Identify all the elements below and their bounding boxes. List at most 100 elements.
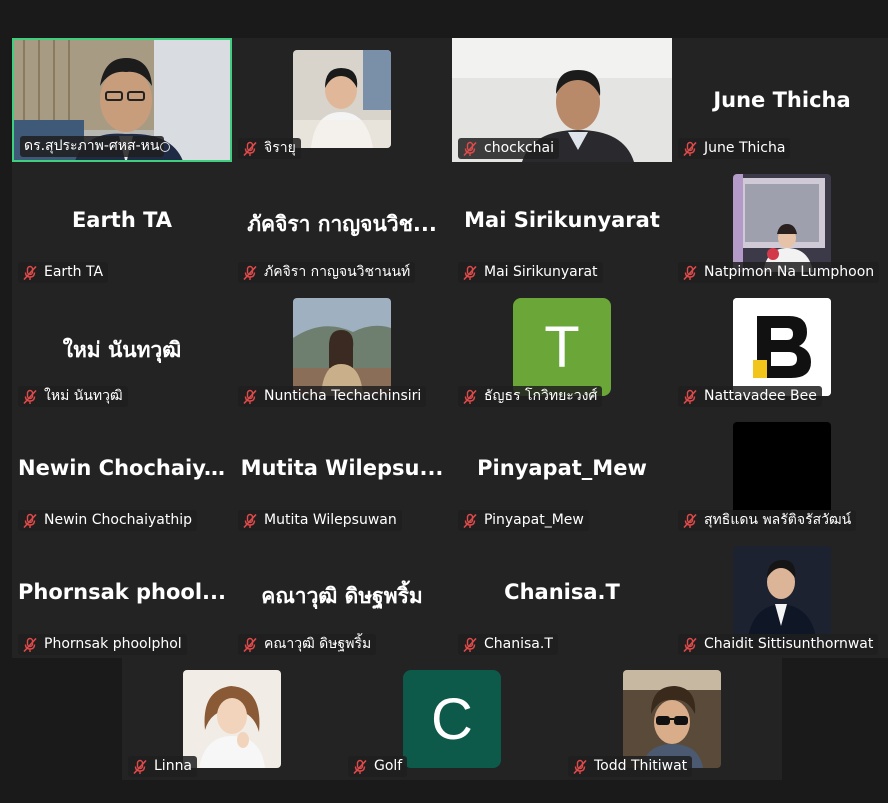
mic-muted-icon xyxy=(462,265,478,281)
mic-muted-icon xyxy=(132,759,148,775)
participant-tile[interactable]: June Thicha June Thicha xyxy=(672,38,888,162)
participant-name-label: Nunticha Techachinsiri xyxy=(238,386,427,407)
participant-tile[interactable]: chockchai xyxy=(452,38,672,162)
participant-display-name: Mai Sirikunyarat xyxy=(464,208,660,232)
mic-muted-icon xyxy=(242,637,258,653)
participant-tile[interactable]: จิรายุ xyxy=(232,38,452,162)
participant-avatar xyxy=(733,298,831,396)
participant-grid-last-row: Linna C Golf Todd Thitiwat xyxy=(122,658,782,780)
participant-avatar xyxy=(293,298,391,396)
mic-muted-icon xyxy=(572,759,588,775)
participant-name-label: Newin Chochaiyathip xyxy=(18,510,198,531)
participant-avatar xyxy=(733,546,831,644)
participant-name-label: June Thicha xyxy=(678,138,791,159)
participant-tile[interactable]: Natpimon Na Lumphoon xyxy=(672,162,888,286)
participant-tile[interactable]: Mutita Wilepsu... Mutita Wilepsuwan xyxy=(232,410,452,534)
participant-name: ดร.สุประภาพ-ศหส-หน xyxy=(24,138,160,154)
participant-tile[interactable]: Earth TA Earth TA xyxy=(12,162,232,286)
participant-display-name: ใหม่ นันทวุฒิ xyxy=(62,338,182,362)
participant-avatar xyxy=(623,670,721,768)
participant-tile[interactable]: Nattavadee Bee xyxy=(672,286,888,410)
participant-name-label: Linna xyxy=(128,756,198,777)
participant-name: Earth TA xyxy=(44,264,104,280)
participant-display-name: Earth TA xyxy=(71,208,173,232)
mic-muted-icon xyxy=(682,513,698,529)
participant-tile[interactable]: Chanisa.T Chanisa.T xyxy=(452,534,672,658)
participant-name-label: Phornsak phoolphol xyxy=(18,634,187,655)
participant-name: ภัคจิรา กาญจนวิชานนท์ xyxy=(264,264,411,280)
participant-display-name: Newin Chochaiy... xyxy=(18,456,228,480)
participant-tile[interactable]: Pinyapat_Mew Pinyapat_Mew xyxy=(452,410,672,534)
participant-name-label: คณาวุฒิ ดิษฐพริ้ม xyxy=(238,634,377,655)
participant-tile[interactable]: ภัคจิรา กาญจนวิช... ภัคจิรา กาญจนวิชานนท… xyxy=(232,162,452,286)
mic-muted-icon xyxy=(462,141,478,157)
mic-muted-icon xyxy=(462,389,478,405)
participant-display-name: ภัคจิรา กาญจนวิช... xyxy=(247,212,437,236)
participant-display-name: คณาวุฒิ ดิษฐพริ้ม xyxy=(261,584,423,608)
participant-name-label: Mutita Wilepsuwan xyxy=(238,510,402,531)
participant-name-label: Pinyapat_Mew xyxy=(458,510,589,531)
participant-tile[interactable]: Chaidit Sittisunthornwat xyxy=(672,534,888,658)
participant-name: Natpimon Na Lumphoon xyxy=(704,264,875,280)
mic-muted-icon xyxy=(242,513,258,529)
participant-name: Phornsak phoolphol xyxy=(44,636,182,652)
participant-name-label: สุทธิแดน พลรัติจรัสวัฒน์ xyxy=(678,510,857,531)
mic-muted-icon xyxy=(242,389,258,405)
mic-muted-icon xyxy=(682,265,698,281)
b-logo-icon xyxy=(733,298,831,396)
participant-tile[interactable]: C Golf xyxy=(342,658,562,780)
participant-name-label: Chanisa.T xyxy=(458,634,558,655)
participant-display-name: Pinyapat_Mew xyxy=(477,456,647,480)
participant-avatar xyxy=(733,174,831,272)
participant-name: June Thicha xyxy=(704,140,786,156)
participant-name: chockchai xyxy=(484,140,554,156)
participant-initial-avatar: T xyxy=(513,298,611,396)
participant-name: จิรายุ xyxy=(264,140,296,156)
participant-tile[interactable]: Mai Sirikunyarat Mai Sirikunyarat xyxy=(452,162,672,286)
participant-name-label: Todd Thitiwat xyxy=(568,756,693,777)
participant-name: Chanisa.T xyxy=(484,636,553,652)
participant-name: สุทธิแดน พลรัติจรัสวัฒน์ xyxy=(704,512,852,528)
speaking-indicator-icon xyxy=(160,142,170,152)
participant-name: Todd Thitiwat xyxy=(594,758,688,774)
participant-name-label: ใหม่ นันทวุฒิ xyxy=(18,386,128,407)
participant-name-label: ธัญธร โกวิทยะวงศ์ xyxy=(458,386,603,407)
participant-initial-avatar: C xyxy=(403,670,501,768)
mic-muted-icon xyxy=(242,141,258,157)
mic-muted-icon xyxy=(352,759,368,775)
participant-name-label: Golf xyxy=(348,756,408,777)
participant-name: ใหม่ นันทวุฒิ xyxy=(44,388,123,404)
participant-display-name: Chanisa.T xyxy=(504,580,620,604)
participant-name: Linna xyxy=(154,758,193,774)
participant-avatar xyxy=(293,50,391,148)
participant-name-label: Mai Sirikunyarat xyxy=(458,262,603,283)
mic-muted-icon xyxy=(22,513,38,529)
participant-name: คณาวุฒิ ดิษฐพริ้ม xyxy=(264,636,372,652)
participant-tile[interactable]: สุทธิแดน พลรัติจรัสวัฒน์ xyxy=(672,410,888,534)
participant-grid: ดร.สุประภาพ-ศหส-หน จิรายุ chockchai June… xyxy=(12,38,888,658)
mic-muted-icon xyxy=(22,265,38,281)
participant-name: Pinyapat_Mew xyxy=(484,512,584,528)
participant-name-label: Nattavadee Bee xyxy=(678,386,822,407)
participant-name-label: Natpimon Na Lumphoon xyxy=(678,262,880,283)
participant-tile[interactable]: Todd Thitiwat xyxy=(562,658,782,780)
participant-name: ธัญธร โกวิทยะวงศ์ xyxy=(484,388,598,404)
participant-name: Mutita Wilepsuwan xyxy=(264,512,397,528)
participant-tile[interactable]: Newin Chochaiy... Newin Chochaiyathip xyxy=(12,410,232,534)
participant-display-name: June Thicha xyxy=(713,88,851,112)
participant-name: Chaidit Sittisunthornwat xyxy=(704,636,874,652)
participant-name: Mai Sirikunyarat xyxy=(484,264,598,280)
participant-display-name: Phornsak phool... xyxy=(18,580,226,604)
participant-tile[interactable]: Nunticha Techachinsiri xyxy=(232,286,452,410)
participant-name: Newin Chochaiyathip xyxy=(44,512,193,528)
participant-avatar xyxy=(733,422,831,520)
mic-muted-icon xyxy=(682,389,698,405)
participant-name-label: chockchai xyxy=(458,138,559,159)
participant-tile-active-speaker[interactable]: ดร.สุประภาพ-ศหส-หน xyxy=(12,38,232,162)
participant-tile[interactable]: T ธัญธร โกวิทยะวงศ์ xyxy=(452,286,672,410)
participant-tile[interactable]: คณาวุฒิ ดิษฐพริ้ม คณาวุฒิ ดิษฐพริ้ม xyxy=(232,534,452,658)
mic-muted-icon xyxy=(242,265,258,281)
participant-tile[interactable]: Linna xyxy=(122,658,342,780)
participant-tile[interactable]: Phornsak phool... Phornsak phoolphol xyxy=(12,534,232,658)
participant-tile[interactable]: ใหม่ นันทวุฒิ ใหม่ นันทวุฒิ xyxy=(12,286,232,410)
